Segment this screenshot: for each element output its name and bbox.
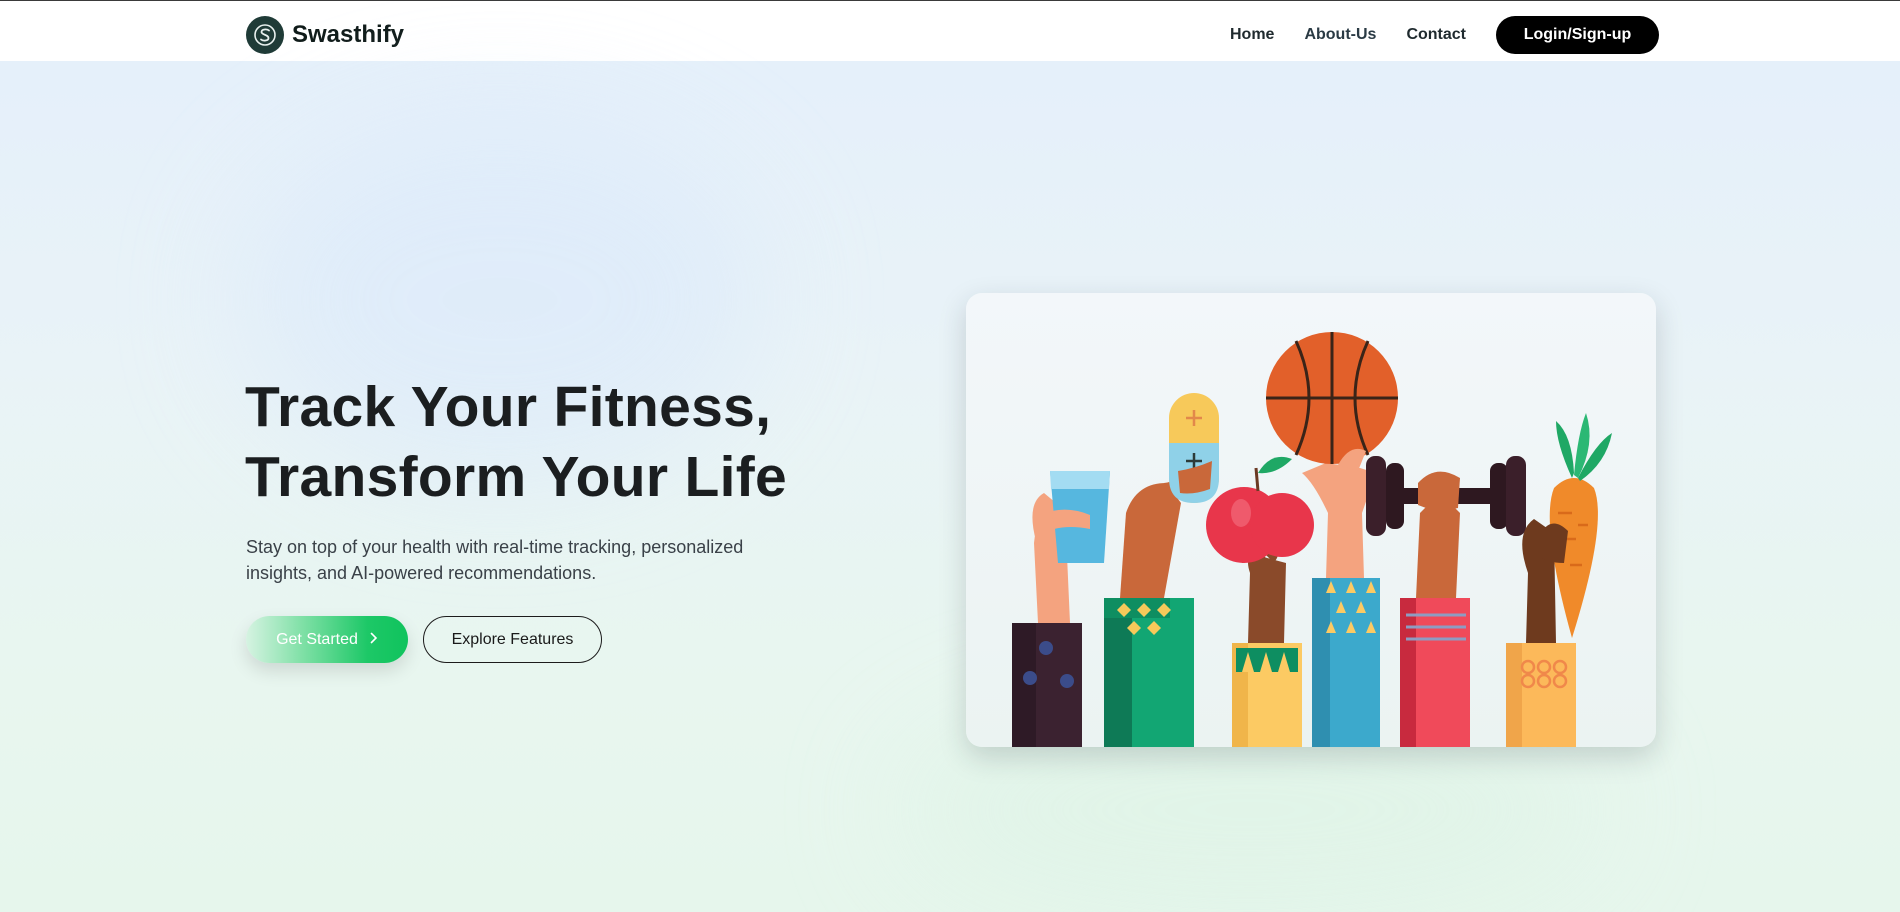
water-glass-icon — [1050, 471, 1110, 563]
brand[interactable]: Swasthify — [246, 16, 404, 54]
nav-about-us[interactable]: About-Us — [1304, 26, 1376, 44]
nav-home[interactable]: Home — [1230, 26, 1274, 44]
hero-title: Track Your Fitness, Transform Your Life — [245, 372, 865, 512]
hero-title-line: Track Your Fitness, — [245, 375, 772, 439]
get-started-label: Get Started — [276, 630, 358, 648]
hero-title-line: Transform Your Life — [245, 445, 788, 509]
s-logo-icon — [246, 16, 284, 54]
fitness-hands-illustration — [1012, 332, 1612, 747]
main-nav: Home About-Us Contact Login/Sign-up — [1230, 16, 1659, 54]
apple-icon — [1206, 456, 1314, 563]
chevron-right-icon — [370, 631, 378, 648]
arm-pill — [1104, 463, 1206, 747]
nav-contact[interactable]: Contact — [1406, 26, 1466, 44]
get-started-button[interactable]: Get Started — [246, 616, 408, 663]
basketball-icon — [1266, 332, 1398, 471]
login-signup-button[interactable]: Login/Sign-up — [1496, 16, 1659, 54]
arm-apple — [1232, 533, 1302, 747]
explore-features-button[interactable]: Explore Features — [423, 616, 602, 663]
site-header: Swasthify Home About-Us Contact Login/Si… — [0, 1, 1900, 61]
pill-capsule-icon — [1169, 393, 1219, 503]
arm-dumbbell — [1400, 493, 1470, 747]
hero-subtitle: Stay on top of your health with real-tim… — [246, 537, 744, 583]
hero-illustration-card — [966, 293, 1656, 747]
brand-name: Swasthify — [292, 21, 405, 48]
